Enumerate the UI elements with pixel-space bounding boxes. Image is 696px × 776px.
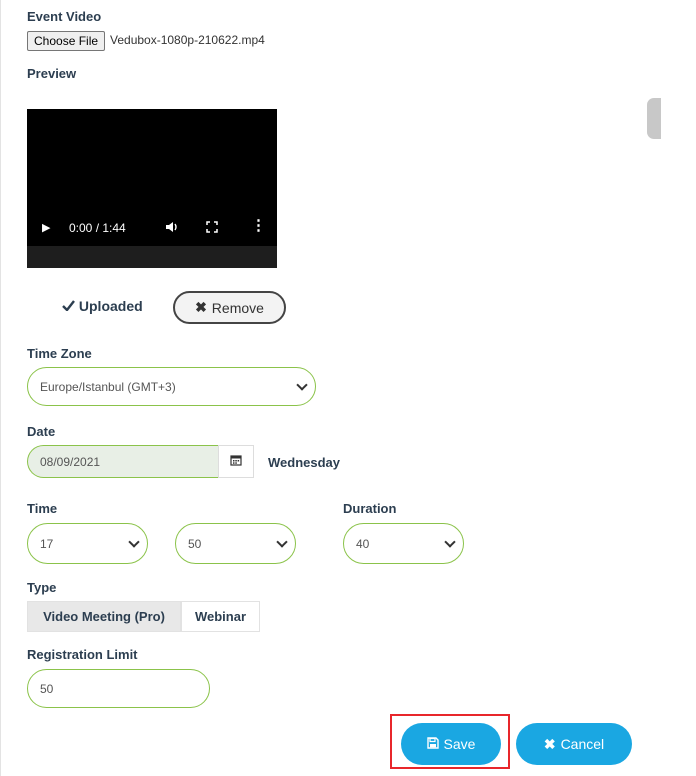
duration-value: 40 [356,536,370,551]
date-label: Date [27,424,56,439]
type-label: Type [27,580,57,595]
date-value: 08/09/2021 [40,454,101,469]
calendar-button[interactable] [218,445,254,478]
event-video-label: Event Video [27,9,102,24]
registration-limit-value: 50 [40,681,54,696]
type-option-webinar[interactable]: Webinar [181,601,260,632]
left-border [0,0,1,776]
minute-select[interactable]: 50 [175,523,296,564]
registration-limit-label: Registration Limit [27,647,138,662]
calendar-icon [230,453,242,471]
play-icon[interactable]: ▶ [42,221,50,235]
chevron-down-icon [276,536,288,548]
chevron-down-icon [444,536,456,548]
selected-file-name: Vedubox-1080p-210622.mp4 [110,33,265,47]
video-player[interactable]: ▶ 0:00 / 1:44 ⋮ [27,109,277,268]
chevron-down-icon [296,379,308,391]
more-options-icon[interactable]: ⋮ [251,218,266,233]
duration-select[interactable]: 40 [343,523,464,564]
check-icon [62,298,79,314]
video-control-bar [27,246,277,268]
time-label: Time [27,501,58,516]
cancel-label: Cancel [560,736,605,752]
minute-value: 50 [188,536,202,551]
floppy-disk-icon [426,736,439,752]
preview-label: Preview [27,66,77,81]
weekday-display: Wednesday [268,455,341,470]
x-icon: ✖ [195,299,207,315]
chevron-down-icon [128,536,140,548]
registration-limit-input[interactable]: 50 [27,669,210,708]
time-zone-label: Time Zone [27,346,92,361]
save-button[interactable]: Save [401,723,501,765]
x-icon: ✖ [543,735,556,752]
upload-status: Uploaded [62,298,143,314]
time-zone-value: Europe/Istanbul (GMT+3) [40,379,176,394]
duration-label: Duration [343,501,397,516]
cancel-button[interactable]: ✖ Cancel [516,723,632,765]
volume-icon[interactable] [165,220,179,237]
fullscreen-icon[interactable] [205,220,219,237]
remove-video-button[interactable]: ✖ Remove [173,291,286,324]
save-label: Save [443,736,476,752]
hour-select[interactable]: 17 [27,523,148,564]
uploaded-label: Uploaded [78,298,143,314]
scrollbar-thumb[interactable] [647,98,661,139]
hour-value: 17 [40,536,54,551]
choose-file-button[interactable]: Choose File [27,31,106,51]
type-option-video-meeting[interactable]: Video Meeting (Pro) [27,601,181,632]
time-zone-select[interactable]: Europe/Istanbul (GMT+3) [27,367,316,406]
date-input[interactable]: 08/09/2021 [27,445,218,478]
remove-label: Remove [211,299,264,316]
video-time-display: 0:00 / 1:44 [69,221,126,235]
